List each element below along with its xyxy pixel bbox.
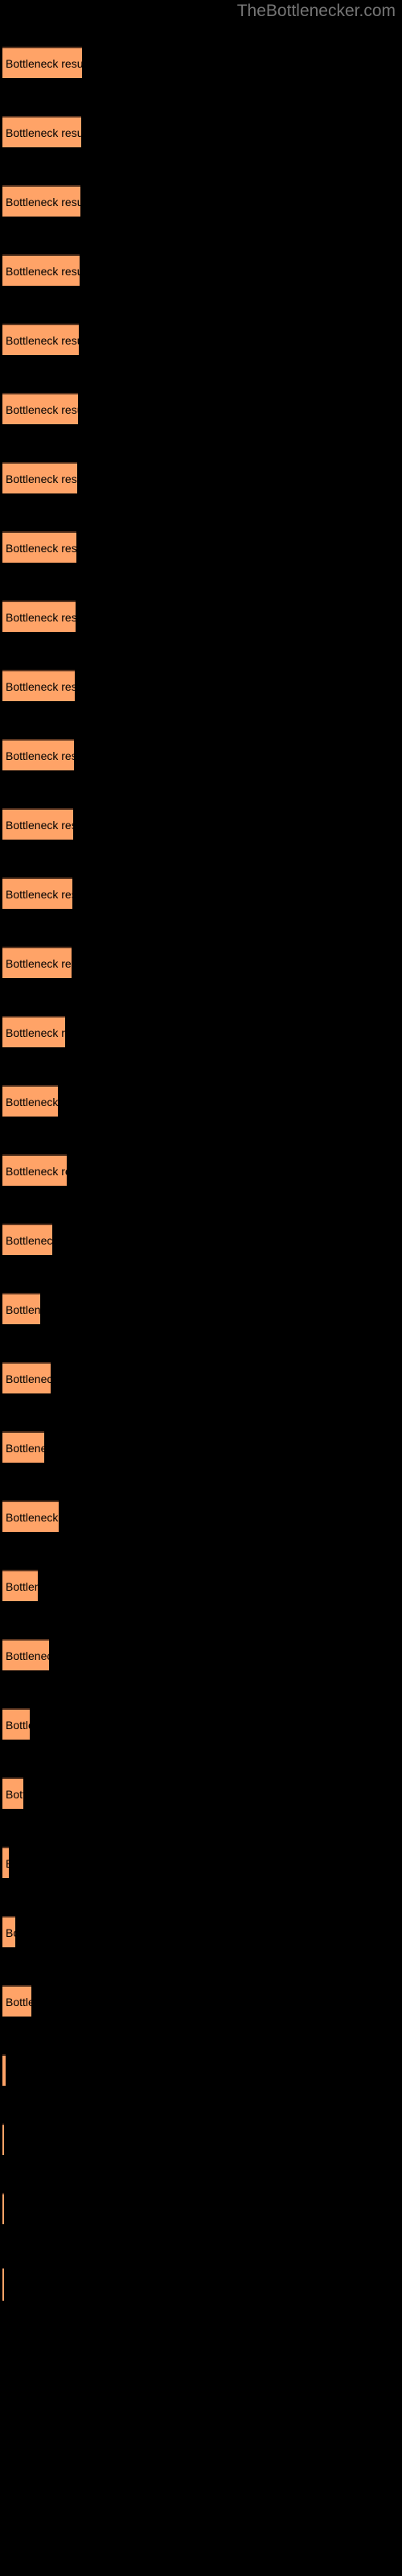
bar-label: Bottleneck result — [6, 1996, 31, 2008]
bar[interactable]: Bottleneck result — [2, 877, 72, 909]
bar[interactable]: Bottleneck result — [2, 254, 80, 286]
bar-label: Bottleneck result — [6, 611, 76, 624]
bar[interactable]: Bottleneck result — [2, 1362, 51, 1393]
bar[interactable]: Bottleneck result — [2, 1916, 15, 1947]
bar[interactable]: Bottleneck result — [2, 1708, 30, 1740]
bar[interactable]: Bottleneck result — [2, 185, 80, 217]
bar[interactable]: Bottleneck result — [2, 324, 79, 355]
bar-label: Bottleneck result — [6, 1442, 44, 1455]
bar[interactable]: Bottleneck result — [2, 739, 74, 770]
bar-label: Bottleneck result — [6, 749, 74, 762]
bar-label: Bottleneck result — [6, 1511, 59, 1524]
bar[interactable]: Bottleneck result — [2, 1847, 9, 1878]
bar[interactable]: Bottleneck result — [2, 1570, 38, 1601]
bar-label: Bottleneck result — [6, 126, 81, 139]
bar[interactable]: Bottleneck result — [2, 393, 78, 424]
bar-label: Bottleneck result — [6, 957, 72, 970]
bar[interactable]: Bottleneck result — [2, 2124, 4, 2155]
bar-label: Bottleneck result — [6, 1303, 40, 1316]
bar-label: Bottleneck result — [6, 1788, 23, 1801]
bar[interactable]: Bottleneck result — [2, 2193, 4, 2224]
y-axis-line — [2, 2268, 4, 2301]
bar[interactable]: Bottleneck result — [2, 1501, 59, 1532]
bar[interactable]: Bottleneck result — [2, 1224, 52, 1255]
bar[interactable]: Bottleneck result — [2, 462, 77, 493]
bar-label: Bottleneck result — [6, 1580, 38, 1593]
bar[interactable]: Bottleneck result — [2, 808, 73, 840]
bar-label: Bottleneck result — [6, 57, 82, 70]
bar[interactable]: Bottleneck result — [2, 1085, 58, 1117]
bar[interactable]: Bottleneck result — [2, 47, 82, 78]
bar-label: Bottleneck result — [6, 1649, 49, 1662]
bar[interactable]: Bottleneck result — [2, 116, 81, 147]
bar[interactable]: Bottleneck result — [2, 2054, 6, 2086]
bar-label: Bottleneck result — [6, 680, 75, 693]
bar-label: Bottleneck result — [6, 334, 79, 347]
bar[interactable]: Bottleneck result — [2, 947, 72, 978]
bar[interactable]: Bottleneck result — [2, 1777, 23, 1809]
bar-label: Bottleneck result — [6, 196, 80, 208]
bar-label: Bottleneck result — [6, 1719, 30, 1732]
bar[interactable]: Bottleneck result — [2, 1293, 40, 1324]
bar-label: Bottleneck result — [6, 1026, 65, 1039]
bar-label: Bottleneck result — [6, 542, 76, 555]
bar-label: Bottleneck result — [6, 265, 80, 278]
bottleneck-bar-chart: Bottleneck result Bottleneck result Bottle… — [0, 0, 402, 2576]
bar-label: Bottleneck result — [6, 1926, 15, 1939]
bar-label: Bottleneck result — [6, 1373, 51, 1385]
bar-label: Bottleneck result — [6, 1165, 67, 1178]
bar[interactable]: Bottleneck result — [2, 670, 75, 701]
bar-label: Bottleneck result — [6, 888, 72, 901]
bar-label: Bottleneck result — [6, 1848, 9, 1878]
bar[interactable]: Bottleneck result — [2, 1154, 67, 1186]
bar[interactable]: Bottleneck result — [2, 1016, 65, 1047]
bar[interactable]: Bottleneck result — [2, 1431, 44, 1463]
bar[interactable]: Bottleneck result — [2, 531, 76, 563]
bar[interactable]: Bottleneck result — [2, 1639, 49, 1670]
bar[interactable]: Bottleneck result — [2, 601, 76, 632]
bar-label: Bottleneck result — [6, 819, 73, 832]
bar[interactable]: Bottleneck result — [2, 1985, 31, 2017]
bar-label: Bottleneck result — [6, 403, 78, 416]
bar-label: Bottleneck result — [6, 1096, 58, 1108]
bar-label: Bottleneck result — [6, 473, 77, 485]
bar-label: Bottleneck result — [6, 1234, 52, 1247]
